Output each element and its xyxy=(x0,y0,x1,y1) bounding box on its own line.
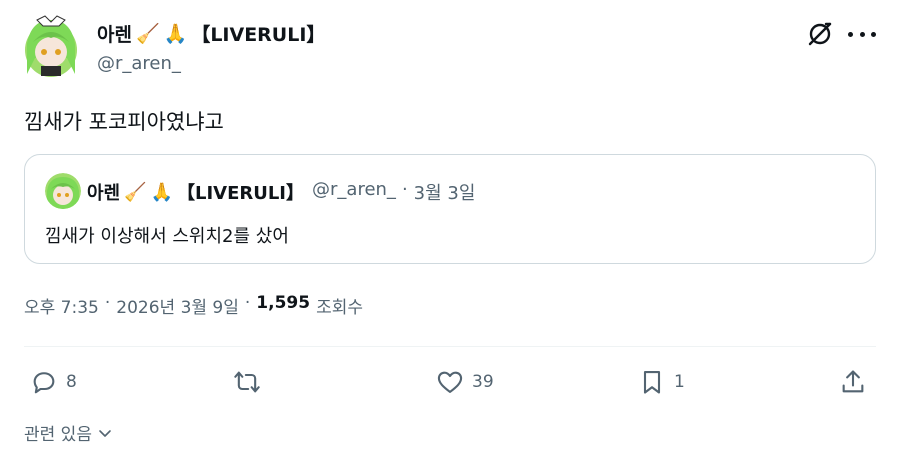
reply-count: 8 xyxy=(66,372,77,392)
heart-icon xyxy=(437,371,463,393)
like-button[interactable]: 39 xyxy=(436,364,494,400)
like-count: 39 xyxy=(472,372,494,392)
quote-separator: · xyxy=(401,179,408,200)
divider xyxy=(24,346,876,347)
retweet-button[interactable] xyxy=(233,364,269,400)
author-tag[interactable]: 【LIVERULI】 xyxy=(191,20,325,47)
chevron-down-icon xyxy=(99,429,111,437)
avatar[interactable] xyxy=(23,14,79,78)
quote-author-name: 아렌 xyxy=(87,183,121,204)
bookmark-icon xyxy=(643,371,661,394)
reply-sort-dropdown[interactable]: 관련 있음 xyxy=(24,420,114,445)
view-label: 조회수 xyxy=(316,298,363,318)
quote-header: 아렌 🧹 🙏 【LIVERULI】 @r_aren_ · 3월 3일 xyxy=(87,179,475,205)
quote-handle: @r_aren_ xyxy=(312,179,396,200)
quote-author-tag: 【LIVERULI】 xyxy=(176,183,305,204)
bookmark-count: 1 xyxy=(674,372,685,392)
quote-broom-emoji: 🧹 xyxy=(124,181,147,203)
hands-emoji: 🙏 xyxy=(163,23,188,45)
view-count: 1,595 xyxy=(256,293,311,313)
quoted-tweet[interactable]: 아렌 🧹 🙏 【LIVERULI】 @r_aren_ · 3월 3일 낌새가 이… xyxy=(24,154,876,264)
author-name[interactable]: 아렌 xyxy=(97,20,132,47)
author-handle[interactable]: @r_aren_ xyxy=(97,53,181,74)
more-options-icon[interactable] xyxy=(848,22,876,46)
share-button[interactable] xyxy=(839,364,867,400)
reply-icon xyxy=(33,372,55,394)
bookmark-button[interactable]: 1 xyxy=(638,364,685,400)
tweet-meta: 오후 7:35 · 2026년 3월 9일 · 1,595 조회수 xyxy=(24,293,363,318)
quote-date: 3월 3일 xyxy=(413,183,476,204)
quote-text: 낌새가 이상해서 스위치2를 샀어 xyxy=(45,226,289,247)
grok-icon[interactable] xyxy=(806,20,834,48)
quote-avatar[interactable] xyxy=(45,173,81,209)
share-icon xyxy=(842,370,864,393)
reply-sort-label: 관련 있음 xyxy=(24,425,92,445)
reply-button[interactable]: 8 xyxy=(30,364,77,400)
broom-emoji: 🧹 xyxy=(135,23,160,45)
tweet-time[interactable]: 오후 7:35 xyxy=(24,293,99,318)
author-name-line[interactable]: 아렌 🧹 🙏 【LIVERULI】 xyxy=(97,20,325,47)
meta-separator: · xyxy=(104,293,111,313)
tweet-text: 낌새가 포코피아였냐고 xyxy=(24,110,224,134)
quote-hands-emoji: 🙏 xyxy=(150,181,173,203)
meta-separator: · xyxy=(244,293,251,313)
tweet-date[interactable]: 2026년 3월 9일 xyxy=(116,293,239,318)
retweet-icon xyxy=(234,371,260,393)
